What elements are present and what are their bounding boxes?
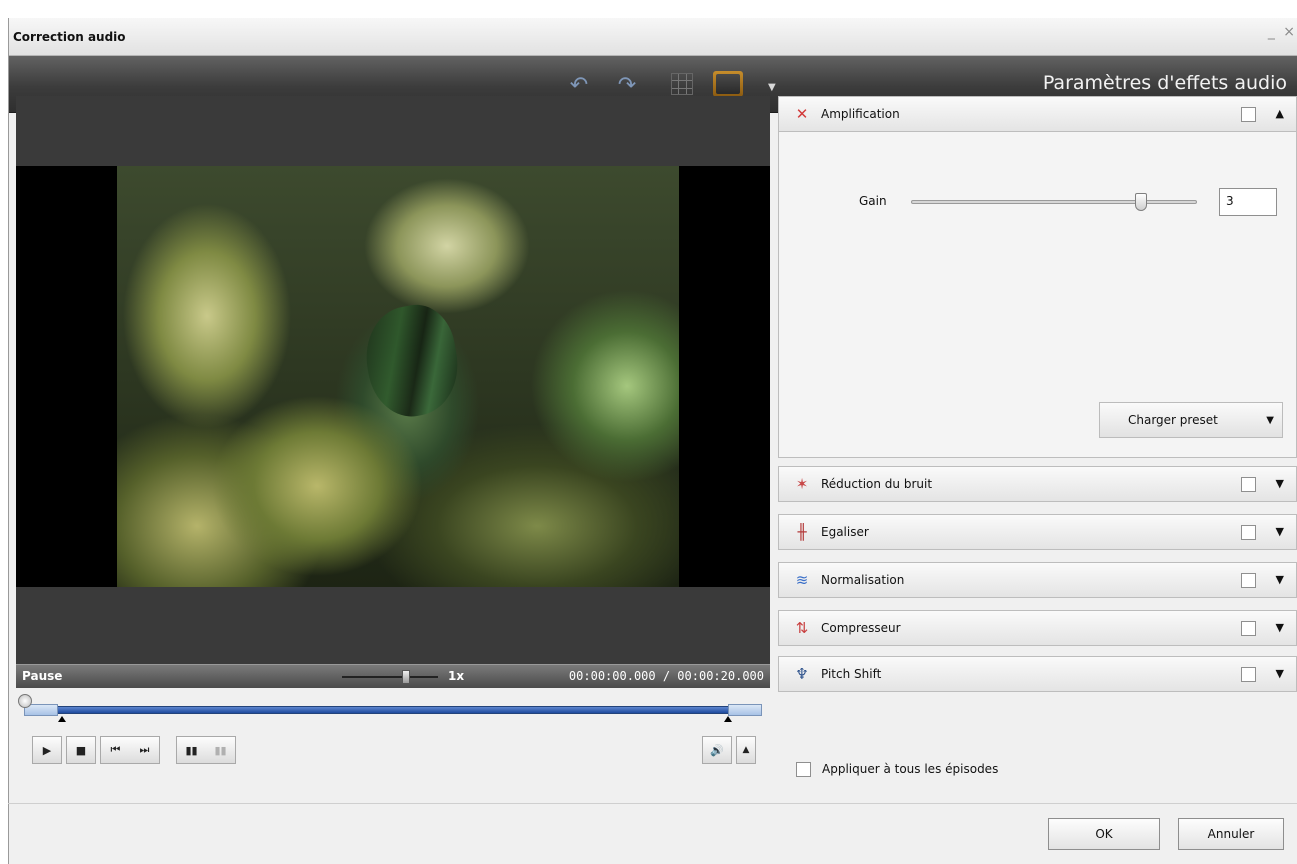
- stop-icon: ■: [75, 743, 87, 757]
- chevron-down-icon[interactable]: ▼: [1276, 667, 1284, 680]
- compressor-icon: ⇅: [795, 619, 809, 637]
- section-amplification-label: Amplification: [821, 107, 900, 121]
- section-pitch-shift[interactable]: ♆ Pitch Shift ▼: [778, 656, 1297, 692]
- amplification-icon: ✕: [795, 105, 809, 123]
- prev-next-group: ⏮ ⏭: [100, 736, 160, 764]
- window-title: Correction audio: [13, 30, 126, 44]
- grid-icon[interactable]: [671, 73, 693, 95]
- volume-menu-button[interactable]: ▲: [736, 736, 756, 764]
- footer-divider: [8, 803, 1297, 804]
- section-label: Pitch Shift: [821, 667, 882, 681]
- video-frame: [117, 166, 679, 587]
- noise-reduction-icon: ✶: [795, 475, 809, 493]
- end-marker: [724, 716, 732, 722]
- time-display: 00:00:00.000 / 00:00:20.000: [568, 669, 764, 683]
- normalization-icon: ≋: [795, 571, 809, 589]
- chevron-down-icon: ▼: [1266, 415, 1274, 426]
- section-label: Réduction du bruit: [821, 477, 933, 491]
- toolbar-title: Paramètres d'effets audio: [1042, 72, 1287, 94]
- player-status-bar: Pause 1x 00:00:00.000 / 00:00:20.000: [16, 664, 770, 688]
- noise-reduction-checkbox[interactable]: [1241, 477, 1256, 492]
- title-bar: Correction audio _ ×: [9, 18, 1297, 56]
- apply-all-label: Appliquer à tous les épisodes: [822, 762, 999, 776]
- gain-label: Gain: [859, 194, 887, 208]
- previous-icon[interactable]: ⏮: [111, 743, 121, 757]
- section-compressor[interactable]: ⇅ Compresseur ▼: [778, 610, 1297, 646]
- play-icon: ▶: [42, 743, 52, 757]
- mark-in-icon[interactable]: ▮▮: [185, 744, 197, 757]
- mark-out-icon[interactable]: ▮▮: [214, 744, 226, 757]
- start-marker: [58, 716, 66, 722]
- section-equalizer[interactable]: ╫ Egaliser ▼: [778, 514, 1297, 550]
- mark-group: ▮▮ ▮▮: [176, 736, 236, 764]
- video-preview: [16, 96, 770, 664]
- speaker-icon: 🔊: [710, 743, 724, 757]
- pitch-shift-icon: ♆: [795, 665, 809, 683]
- chevron-down-icon[interactable]: ▼: [768, 82, 776, 93]
- gain-value-field[interactable]: 3: [1219, 188, 1277, 216]
- timeline-track[interactable]: [24, 706, 762, 714]
- playback-status: Pause: [22, 669, 63, 683]
- section-label: Egaliser: [821, 525, 869, 539]
- normalization-checkbox[interactable]: [1241, 573, 1256, 588]
- section-label: Compresseur: [821, 621, 901, 635]
- equalizer-checkbox[interactable]: [1241, 525, 1256, 540]
- speed-value: 1x: [448, 669, 465, 683]
- chevron-down-icon[interactable]: ▼: [1276, 525, 1284, 538]
- gain-slider-thumb[interactable]: [1135, 193, 1147, 211]
- chevron-down-icon[interactable]: ▼: [1276, 477, 1284, 490]
- video-content-fish: [358, 299, 466, 423]
- section-noise-reduction[interactable]: ✶ Réduction du bruit ▼: [778, 466, 1297, 502]
- speed-slider[interactable]: [342, 670, 438, 684]
- chevron-up-icon: ▲: [742, 745, 750, 755]
- section-amplification[interactable]: ✕ Amplification ▲: [778, 96, 1297, 132]
- amplification-checkbox[interactable]: [1241, 107, 1256, 122]
- load-preset-button[interactable]: Charger preset ▼: [1099, 402, 1283, 438]
- video-letterbox: [16, 166, 770, 587]
- timeline-end-handle[interactable]: [728, 704, 762, 716]
- redo-icon[interactable]: ↷: [613, 72, 641, 98]
- timeline-playhead[interactable]: [18, 694, 32, 708]
- timeline[interactable]: [16, 694, 770, 726]
- compressor-checkbox[interactable]: [1241, 621, 1256, 636]
- chevron-down-icon[interactable]: ▼: [1276, 573, 1284, 586]
- chevron-up-icon[interactable]: ▲: [1276, 107, 1284, 120]
- apply-all-checkbox[interactable]: [796, 762, 811, 777]
- equalizer-icon: ╫: [797, 523, 807, 541]
- undo-icon[interactable]: ↶: [565, 72, 593, 98]
- volume-button[interactable]: 🔊: [702, 736, 732, 764]
- play-button[interactable]: ▶: [32, 736, 62, 764]
- next-icon[interactable]: ⏭: [140, 743, 150, 757]
- gain-slider[interactable]: [911, 193, 1197, 211]
- amplification-body: Gain 3 Charger preset ▼: [778, 132, 1297, 458]
- monitor-icon[interactable]: [713, 71, 743, 97]
- speed-slider-thumb[interactable]: [402, 670, 410, 684]
- window-controls[interactable]: _ ×: [1268, 24, 1297, 40]
- pitch-shift-checkbox[interactable]: [1241, 667, 1256, 682]
- load-preset-label: Charger preset: [1128, 413, 1218, 427]
- section-normalization[interactable]: ≋ Normalisation ▼: [778, 562, 1297, 598]
- stop-button[interactable]: ■: [66, 736, 96, 764]
- section-label: Normalisation: [821, 573, 905, 587]
- ok-button[interactable]: OK: [1048, 818, 1160, 850]
- cancel-button[interactable]: Annuler: [1178, 818, 1284, 850]
- chevron-down-icon[interactable]: ▼: [1276, 621, 1284, 634]
